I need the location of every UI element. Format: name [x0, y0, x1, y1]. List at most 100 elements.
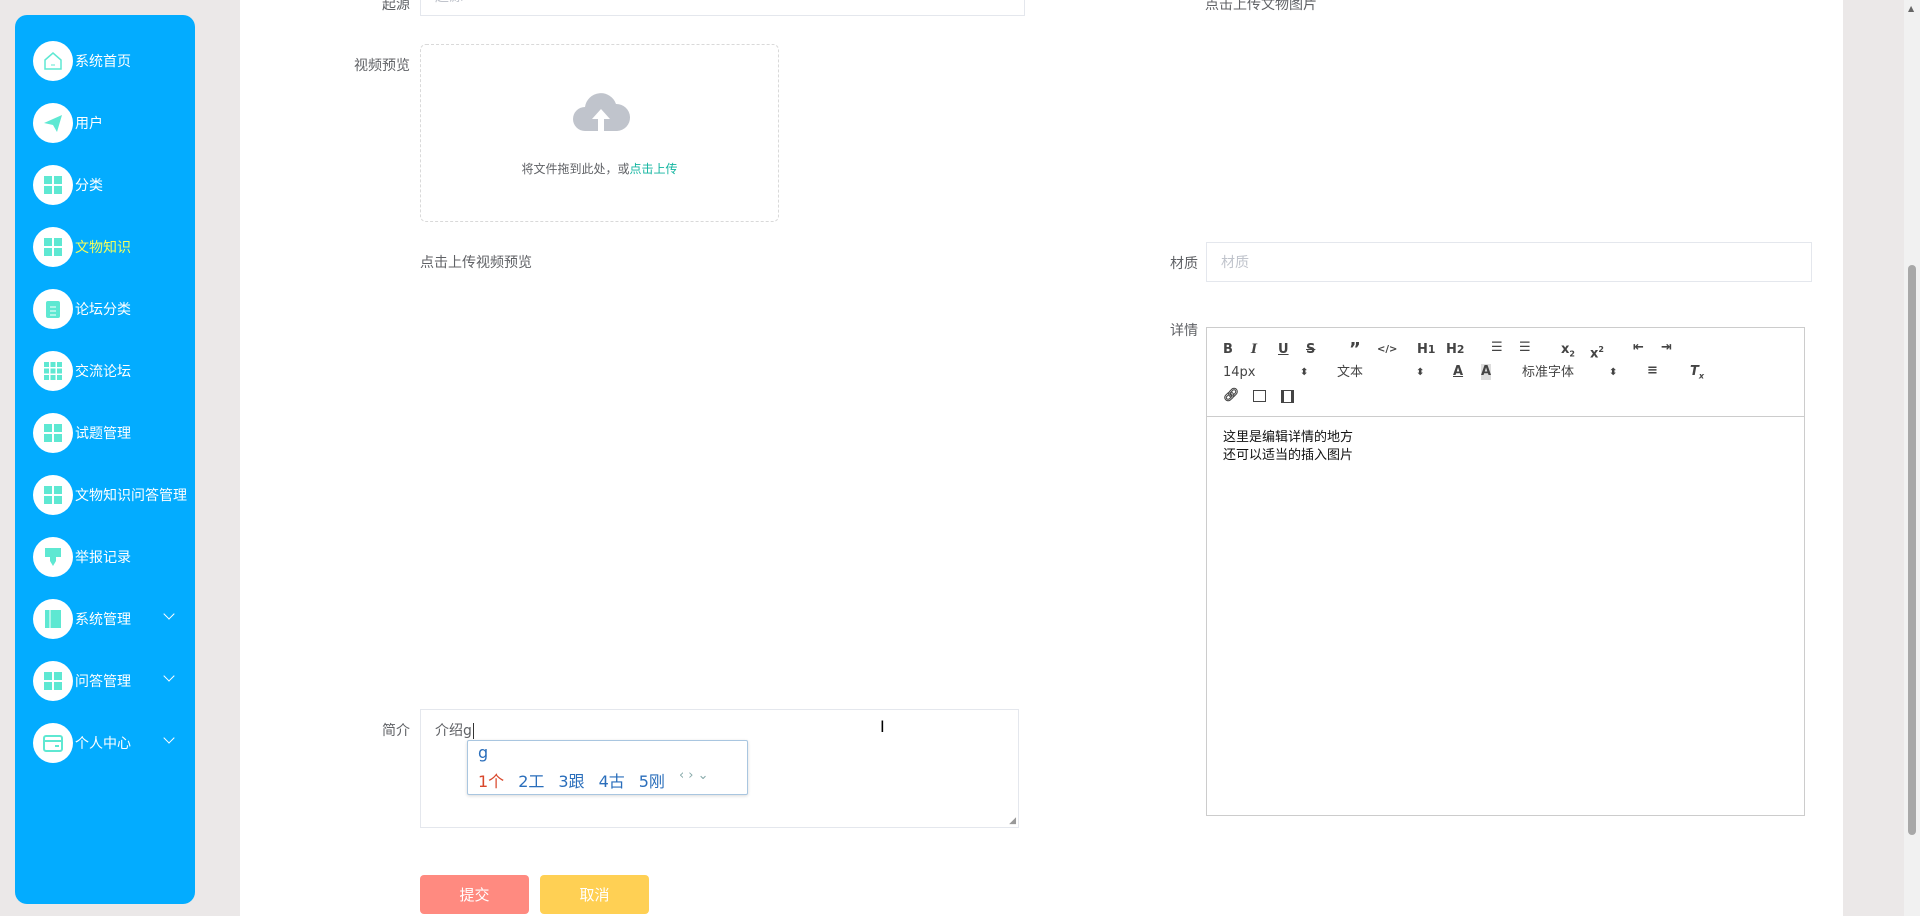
- video-upload-area[interactable]: 将文件拖到此处，或点击上传: [420, 44, 779, 222]
- ime-candidate[interactable]: 1个: [478, 768, 504, 792]
- sidebar-item[interactable]: 问答管理: [15, 656, 195, 706]
- origin-label: 起源: [382, 0, 410, 13]
- select-arrows-icon: ⬍: [1300, 367, 1309, 378]
- origin-input[interactable]: 起源: [420, 0, 1025, 16]
- superscript-icon[interactable]: x2: [1590, 342, 1604, 362]
- chevron-down-icon[interactable]: [163, 608, 175, 620]
- sidebar-item-label: 系统管理: [75, 612, 131, 628]
- sidebar-item[interactable]: 系统管理: [15, 594, 195, 644]
- editor-toolbar: B I U S ” </> H1 H2 ☰ ☰ x2 x2 ⇤ ⇥ 14px ⬍…: [1207, 328, 1804, 417]
- sidebar-item-label: 文物知识: [75, 240, 131, 256]
- grid-nine-icon: [33, 351, 73, 391]
- sidebar-item[interactable]: 交流论坛: [15, 346, 195, 396]
- ime-candidate[interactable]: 2工: [518, 768, 544, 792]
- paper-plane-icon: [33, 103, 73, 143]
- sidebar-item-label: 个人中心: [75, 736, 131, 752]
- video-icon[interactable]: [1281, 390, 1294, 403]
- intro-label: 简介: [382, 723, 410, 739]
- ime-candidate-popup: g 1个 2工 3跟 4古 5刚 ‹ › ⌄: [467, 740, 748, 795]
- sidebar-item-label: 问答管理: [75, 674, 131, 690]
- header-select[interactable]: 文本: [1337, 365, 1363, 381]
- ordered-list-icon[interactable]: ☰: [1491, 340, 1503, 356]
- code-block-icon[interactable]: </>: [1377, 342, 1397, 358]
- font-family-select[interactable]: 标准字体: [1522, 365, 1574, 381]
- sidebar-item-label: 分类: [75, 178, 103, 194]
- font-size-select[interactable]: 14px: [1223, 365, 1256, 381]
- image-icon[interactable]: [1253, 390, 1266, 402]
- strike-icon[interactable]: S: [1306, 342, 1315, 358]
- intro-value: 介绍g: [435, 723, 472, 739]
- ime-candidate[interactable]: 5刚: [639, 768, 665, 792]
- clear-format-icon[interactable]: Tx: [1690, 364, 1704, 385]
- content-line: 还可以适当的插入图片: [1223, 448, 1354, 463]
- chevron-down-icon[interactable]: [163, 670, 175, 682]
- book-icon: [33, 599, 73, 639]
- video-label: 视频预览: [354, 58, 410, 74]
- submit-button[interactable]: 提交: [420, 875, 529, 914]
- ime-input: g: [478, 743, 489, 762]
- sidebar-item[interactable]: 举报记录: [15, 532, 195, 582]
- cancel-button[interactable]: 取消: [540, 875, 649, 914]
- sidebar-item-label: 用户: [75, 116, 103, 132]
- grid-icon: [33, 165, 73, 205]
- grid-icon: [33, 661, 73, 701]
- link-icon[interactable]: 🔗︎: [1223, 388, 1240, 404]
- material-input[interactable]: 材质: [1206, 242, 1812, 282]
- detail-label: 详情: [1170, 323, 1198, 339]
- sidebar-item-label: 文物知识问答管理: [75, 488, 187, 504]
- sidebar-item-label: 交流论坛: [75, 364, 131, 380]
- main-form: 起源 起源 点击上传文物图片 视频预览 将文件拖到此处，或点击上传 点击上传视频…: [240, 0, 1843, 916]
- sidebar-item[interactable]: 分类: [15, 160, 195, 210]
- resize-handle-icon[interactable]: ◢: [1009, 816, 1016, 826]
- sidebar-item[interactable]: 系统首页: [15, 36, 195, 86]
- drop-text: 将文件拖到此处，或: [521, 162, 630, 176]
- wallet-icon: [33, 723, 73, 763]
- h1-icon[interactable]: H1: [1417, 342, 1435, 358]
- scrollbar-thumb[interactable]: [1908, 265, 1916, 835]
- clipboard-icon: [33, 289, 73, 329]
- chevron-down-icon[interactable]: [163, 732, 175, 744]
- font-color-icon[interactable]: A: [1453, 364, 1463, 380]
- image-upload-hint[interactable]: 点击上传文物图片: [1205, 0, 1317, 14]
- sidebar-item[interactable]: 个人中心: [15, 718, 195, 768]
- content-line: 这里是编辑详情的地方: [1223, 430, 1354, 445]
- home-icon: [33, 41, 73, 81]
- grid-icon: [33, 475, 73, 515]
- scrollbar[interactable]: ▲: [1904, 0, 1920, 916]
- select-arrows-icon: ⬍: [1416, 367, 1425, 378]
- sidebar-item[interactable]: 文物知识问答管理: [15, 470, 195, 520]
- sidebar-item[interactable]: 文物知识: [15, 222, 195, 272]
- bold-icon[interactable]: B: [1223, 342, 1233, 358]
- italic-icon[interactable]: I: [1251, 342, 1257, 358]
- sidebar-item[interactable]: 用户: [15, 98, 195, 148]
- brush-icon: [33, 537, 73, 577]
- click-upload-link[interactable]: 点击上传: [630, 162, 678, 176]
- text-cursor-icon: I: [880, 717, 885, 736]
- ime-candidate[interactable]: 4古: [599, 768, 625, 792]
- grid-icon: [33, 413, 73, 453]
- indent-icon[interactable]: ⇥: [1661, 340, 1672, 356]
- ime-page-arrows-icon[interactable]: ‹ › ⌄: [679, 768, 709, 792]
- underline-icon[interactable]: U: [1278, 342, 1289, 358]
- select-arrows-icon: ⬍: [1609, 367, 1618, 378]
- align-icon[interactable]: ≡: [1647, 363, 1658, 379]
- bullet-list-icon[interactable]: ☰: [1519, 340, 1531, 356]
- material-label: 材质: [1170, 256, 1198, 272]
- sidebar-item-label: 试题管理: [75, 426, 131, 442]
- sidebar-item[interactable]: 试题管理: [15, 408, 195, 458]
- video-upload-hint: 点击上传视频预览: [420, 255, 532, 271]
- rich-text-editor: B I U S ” </> H1 H2 ☰ ☰ x2 x2 ⇤ ⇥ 14px ⬍…: [1206, 327, 1805, 816]
- sidebar: 系统首页用户分类文物知识论坛分类交流论坛试题管理文物知识问答管理 举报记录系统管理…: [15, 15, 195, 904]
- subscript-icon[interactable]: x2: [1561, 342, 1575, 363]
- editor-content[interactable]: 这里是编辑详情的地方 还可以适当的插入图片: [1223, 429, 1353, 465]
- cloud-upload-icon: [573, 93, 631, 131]
- sidebar-item-label: 举报记录: [75, 550, 131, 566]
- grid-icon: [33, 227, 73, 267]
- ime-candidate[interactable]: 3跟: [558, 768, 584, 792]
- outdent-icon[interactable]: ⇤: [1633, 340, 1644, 356]
- blockquote-icon[interactable]: ”: [1349, 341, 1361, 359]
- scroll-up-icon[interactable]: ▲: [1908, 4, 1914, 13]
- h2-icon[interactable]: H2: [1446, 342, 1464, 358]
- sidebar-item[interactable]: 论坛分类: [15, 284, 195, 334]
- background-color-icon[interactable]: A: [1481, 364, 1492, 380]
